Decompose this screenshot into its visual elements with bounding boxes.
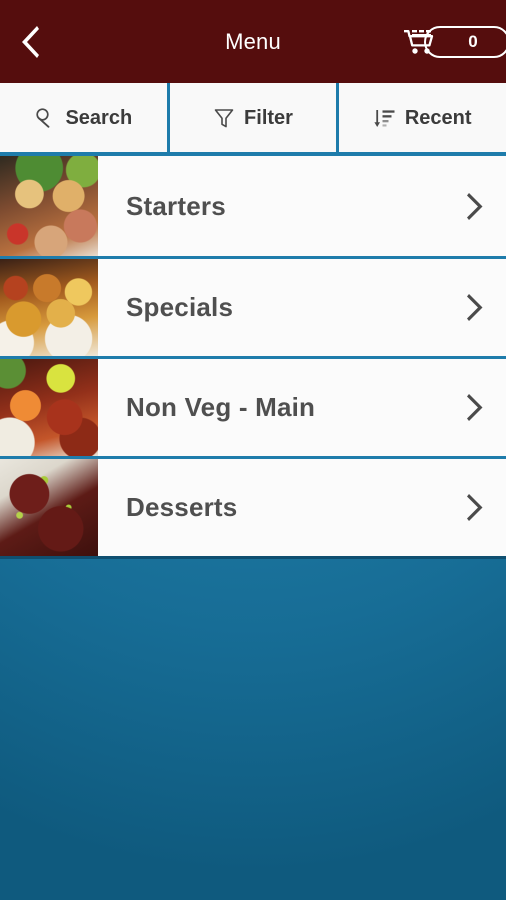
category-label: Desserts <box>126 492 238 522</box>
tab-filter-label: Filter <box>244 106 293 129</box>
category-list: Starters Specials Non Veg - Main Dessert… <box>0 156 506 559</box>
curry-with-peppers-photo <box>0 259 98 356</box>
search-icon <box>36 107 50 128</box>
category-row-specials[interactable]: Specials <box>0 256 506 356</box>
cart-button[interactable]: 0 <box>404 0 506 83</box>
tab-recent[interactable]: Recent <box>336 83 506 152</box>
category-row-desserts[interactable]: Desserts <box>0 456 506 556</box>
shopping-cart-icon <box>404 29 434 54</box>
category-thumbnail <box>0 156 98 256</box>
tab-search-label: Search <box>65 106 133 129</box>
cart-count-badge: 0 <box>424 25 506 58</box>
category-thumbnail <box>0 259 98 356</box>
category-body: Specials <box>98 259 506 356</box>
category-label: Non Veg - Main <box>126 392 316 422</box>
menu-screen: Menu 0 Search Filter Recent Starters Spe… <box>0 0 506 900</box>
app-header: Menu 0 <box>0 0 506 83</box>
category-label: Specials <box>126 292 234 322</box>
back-button[interactable] <box>0 0 58 83</box>
sort-descending-icon <box>374 109 395 127</box>
gulab-jamun-dessert-photo <box>0 459 98 556</box>
category-body: Starters <box>98 156 506 256</box>
tandoori-chicken-with-lemon-photo <box>0 359 98 456</box>
grilled-meat-platter-photo <box>0 156 98 256</box>
filter-funnel-icon <box>214 108 234 127</box>
category-thumbnail <box>0 459 98 556</box>
chevron-right-icon <box>467 394 483 421</box>
category-row-starters[interactable]: Starters <box>0 156 506 256</box>
chevron-right-icon <box>467 192 483 220</box>
tab-search[interactable]: Search <box>0 83 167 152</box>
page-title: Menu <box>225 28 281 54</box>
chevron-right-icon <box>467 494 483 521</box>
menu-toolbar: Search Filter Recent <box>0 83 506 156</box>
chevron-right-icon <box>467 294 483 321</box>
category-body: Desserts <box>98 459 506 556</box>
tab-recent-label: Recent <box>404 106 472 129</box>
category-label: Starters <box>126 190 226 221</box>
category-body: Non Veg - Main <box>98 359 506 456</box>
category-row-non-veg-main[interactable]: Non Veg - Main <box>0 356 506 456</box>
back-chevron-icon <box>21 25 39 58</box>
tab-filter[interactable]: Filter <box>166 83 337 152</box>
category-thumbnail <box>0 359 98 456</box>
